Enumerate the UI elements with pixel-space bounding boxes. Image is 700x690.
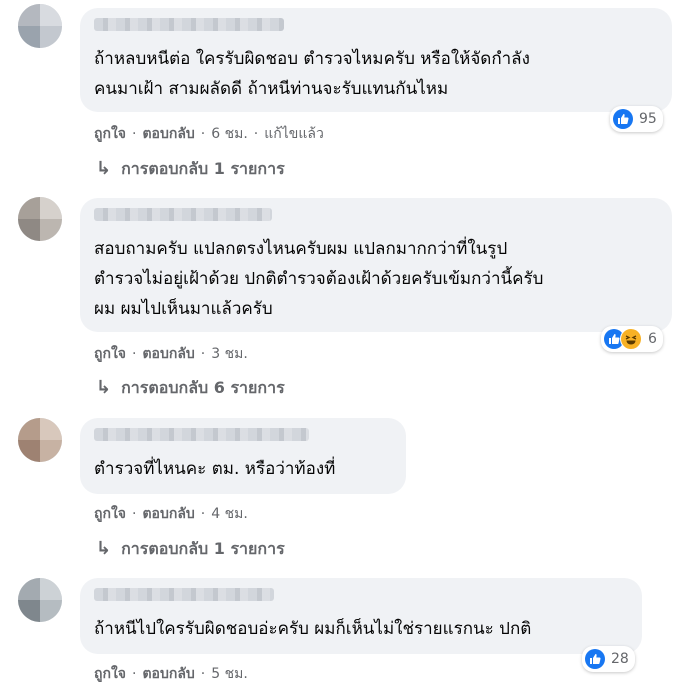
like-button[interactable]: ถูกใจ <box>94 123 126 145</box>
comment-bubble: ถ้าหนีไปใครรับผิดชอบอ่ะครับ ผมก็เห็นไม่ใ… <box>80 578 642 654</box>
edited-label[interactable]: แก้ไขแล้ว <box>264 123 324 145</box>
replies-label: การตอบกลับ 1 รายการ <box>121 159 285 178</box>
comment-bubble: ถ้าหลบหนีต่อ ใครรับผิดชอบ ตำรวจไหมครับ ห… <box>80 8 672 112</box>
reply-button[interactable]: ตอบกลับ <box>142 503 194 525</box>
comment-text-line: ผม ผมไปเห็นมาแล้วครับ <box>94 299 273 319</box>
separator: · <box>200 506 206 522</box>
comment-text-line: ตำรวจที่ไหนคะ ตม. หรือว่าท้องที่ <box>94 459 336 479</box>
comment-text-line: สอบถามครับ แปลกตรงไหนครับผม แปลกมากกว่าท… <box>94 239 508 259</box>
reaction-count: 28 <box>611 651 629 667</box>
view-replies-link[interactable]: ↳ การตอบกลับ 1 รายการ <box>96 537 285 562</box>
timestamp[interactable]: 4 ชม. <box>211 503 248 525</box>
view-replies-link[interactable]: ↳ การตอบกลับ 6 รายการ <box>96 376 285 401</box>
separator: · <box>132 506 137 522</box>
replies-label: การตอบกลับ 6 รายการ <box>121 378 285 397</box>
reply-arrow-icon: ↳ <box>96 538 112 559</box>
comment-bubble: ตำรวจที่ไหนคะ ตม. หรือว่าท้องที่ <box>80 418 406 494</box>
separator: · <box>132 666 137 682</box>
comment-actions: ถูกใจ · ตอบกลับ · 5 ชม. <box>94 663 248 685</box>
reaction-count: 95 <box>639 111 657 127</box>
avatar[interactable] <box>18 4 62 48</box>
separator: · <box>200 666 206 682</box>
comment-text-line: ถ้าหลบหนีต่อ ใครรับผิดชอบ ตำรวจไหมครับ ห… <box>94 49 530 69</box>
replies-label: การตอบกลับ 1 รายการ <box>121 539 285 558</box>
like-button[interactable]: ถูกใจ <box>94 663 126 685</box>
author-name-blurred[interactable] <box>94 208 272 221</box>
view-replies-link[interactable]: ↳ การตอบกลับ 1 รายการ <box>96 157 285 182</box>
separator: · <box>132 126 137 142</box>
like-icon <box>585 649 605 669</box>
avatar[interactable] <box>18 578 62 622</box>
author-name-blurred[interactable] <box>94 588 274 601</box>
comment-actions: ถูกใจ · ตอบกลับ · 3 ชม. <box>94 343 248 365</box>
haha-icon <box>620 328 642 350</box>
like-icon <box>613 109 633 129</box>
separator: · <box>200 126 206 142</box>
reply-arrow-icon: ↳ <box>96 158 112 179</box>
comment-text-line: คนมาเฝ้า สามผลัดดี ถ้าหนีท่านจะรับแทนกัน… <box>94 79 449 99</box>
author-name-blurred[interactable] <box>94 18 284 31</box>
separator: · <box>200 346 206 362</box>
reaction-count: 6 <box>648 331 657 347</box>
reaction-summary[interactable]: 28 <box>582 646 635 672</box>
like-button[interactable]: ถูกใจ <box>94 343 126 365</box>
comment-text-line: ตำรวจไม่อยู่เฝ้าด้วย ปกติตำรวจต้องเฝ้าด้… <box>94 269 544 289</box>
reply-button[interactable]: ตอบกลับ <box>142 123 194 145</box>
comment-actions: ถูกใจ · ตอบกลับ · 4 ชม. <box>94 503 248 525</box>
comment-actions: ถูกใจ · ตอบกลับ · 6 ชม. · แก้ไขแล้ว <box>94 123 324 145</box>
comment-bubble: สอบถามครับ แปลกตรงไหนครับผม แปลกมากกว่าท… <box>80 198 672 332</box>
timestamp[interactable]: 6 ชม. <box>211 123 248 145</box>
author-name-blurred[interactable] <box>94 428 309 441</box>
reply-arrow-icon: ↳ <box>96 377 112 398</box>
separator: · <box>132 346 137 362</box>
avatar[interactable] <box>18 197 62 241</box>
reply-button[interactable]: ตอบกลับ <box>142 663 194 685</box>
reply-button[interactable]: ตอบกลับ <box>142 343 194 365</box>
timestamp[interactable]: 5 ชม. <box>211 663 248 685</box>
separator: · <box>253 126 259 142</box>
reaction-summary[interactable]: 6 <box>601 326 663 352</box>
avatar[interactable] <box>18 418 62 462</box>
comment-text-line: ถ้าหนีไปใครรับผิดชอบอ่ะครับ ผมก็เห็นไม่ใ… <box>94 619 532 639</box>
reaction-summary[interactable]: 95 <box>610 106 663 132</box>
timestamp[interactable]: 3 ชม. <box>211 343 248 365</box>
like-button[interactable]: ถูกใจ <box>94 503 126 525</box>
